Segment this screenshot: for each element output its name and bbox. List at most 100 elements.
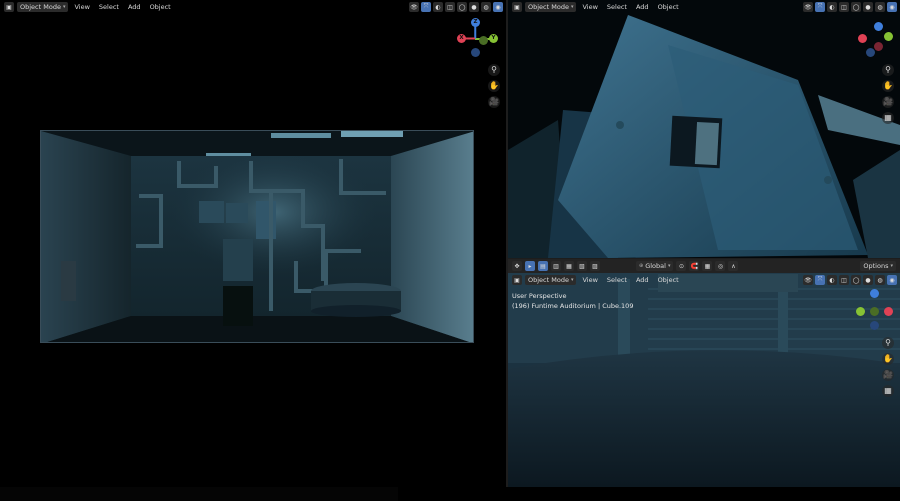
- shading-wireframe-icon[interactable]: ◯: [851, 2, 861, 12]
- overlay-icon[interactable]: ◐: [827, 275, 837, 285]
- menu-object[interactable]: Object: [655, 2, 682, 12]
- grid-view-icon[interactable]: ▦: [882, 112, 894, 124]
- visibility-icon[interactable]: 👁: [803, 2, 813, 12]
- pan-hand-icon[interactable]: ✋: [882, 80, 894, 92]
- mode-label: Object Mode: [20, 3, 61, 11]
- tool-settings-header: ✥ ▸ ▤ ▥ ▦ ▧ ▨ ⊕ Global ▾ ⊙ 🧲 ▦ ◎ ∧ Options…: [508, 259, 900, 273]
- mode-dropdown[interactable]: Object Mode ▾: [17, 2, 69, 12]
- shading-rendered-icon[interactable]: ◉: [887, 2, 897, 12]
- transform-tool-icon[interactable]: ✥: [512, 261, 522, 271]
- navigation-gizmo[interactable]: Z Y X: [455, 18, 498, 58]
- orientation-icon: ⊕: [639, 263, 644, 269]
- viewport-door-closeup[interactable]: ▣ Object Mode ▾ View Select Add Object 👁 …: [508, 0, 900, 258]
- options-dropdown[interactable]: Options ▾: [860, 261, 896, 271]
- shading-solid-icon[interactable]: ●: [863, 275, 873, 285]
- editor-type-icon[interactable]: ▣: [4, 2, 14, 12]
- shading-material-icon[interactable]: ◍: [875, 275, 885, 285]
- mode-dropdown[interactable]: Object Mode ▾: [525, 2, 577, 12]
- axis-y-icon[interactable]: [884, 32, 893, 41]
- menu-add[interactable]: Add: [633, 2, 652, 12]
- menu-add[interactable]: Add: [633, 275, 652, 285]
- editor-type-icon[interactable]: ▣: [512, 2, 522, 12]
- navigation-gizmo[interactable]: [854, 287, 894, 330]
- zoom-icon[interactable]: ⚲: [488, 64, 500, 76]
- axis-x-icon[interactable]: [858, 34, 867, 43]
- axis-neg-x-icon[interactable]: [874, 42, 883, 51]
- menu-add[interactable]: Add: [125, 2, 144, 12]
- camera-view-icon[interactable]: 🎥: [488, 96, 500, 108]
- viewport-user-perspective[interactable]: ✥ ▸ ▤ ▥ ▦ ▧ ▨ ⊕ Global ▾ ⊙ 🧲 ▦ ◎ ∧ Options…: [508, 259, 900, 487]
- pan-hand-icon[interactable]: ✋: [882, 353, 894, 365]
- mode-dropdown[interactable]: Object Mode ▾: [525, 275, 577, 285]
- snap-icon[interactable]: 🧲: [689, 261, 700, 271]
- menu-object[interactable]: Object: [147, 2, 174, 12]
- axis-neg-y-icon[interactable]: [870, 307, 879, 316]
- menu-object[interactable]: Object: [655, 275, 682, 285]
- select-invert-icon[interactable]: ▧: [577, 261, 587, 271]
- viewport-header: ▣ Object Mode ▾ View Select Add Object 👁 …: [508, 0, 900, 14]
- viewport-header: ▣ Object Mode ▾ View Select Add Object 👁 …: [508, 273, 900, 287]
- select-intersect-icon[interactable]: ▨: [590, 261, 600, 271]
- navigation-gizmo[interactable]: [854, 20, 894, 60]
- zoom-icon[interactable]: ⚲: [882, 337, 894, 349]
- shading-solid-icon[interactable]: ●: [863, 2, 873, 12]
- menu-view[interactable]: View: [579, 2, 600, 12]
- xray-icon[interactable]: ◫: [445, 2, 455, 12]
- snap-target-icon[interactable]: ▦: [702, 261, 713, 271]
- orientation-dropdown[interactable]: ⊕ Global ▾: [636, 261, 674, 271]
- view-name-label: User Perspective: [512, 292, 567, 300]
- gizmo-toggle-icon[interactable]: ⤧: [421, 2, 431, 12]
- pan-hand-icon[interactable]: ✋: [488, 80, 500, 92]
- editor-type-icon[interactable]: ▣: [512, 275, 522, 285]
- shading-material-icon[interactable]: ◍: [481, 2, 491, 12]
- axis-z-icon[interactable]: [874, 22, 883, 31]
- viewport-header: ▣ Object Mode ▾ View Select Add Object 👁 …: [0, 0, 506, 14]
- gizmo-toggle-icon[interactable]: ⤧: [815, 275, 825, 285]
- axis-z-icon[interactable]: Z: [471, 18, 480, 27]
- menu-select[interactable]: Select: [604, 275, 630, 285]
- overlay-icon[interactable]: ◐: [433, 2, 443, 12]
- proportional-edit-icon[interactable]: ◎: [715, 261, 726, 271]
- axis-z-icon[interactable]: [870, 289, 879, 298]
- camera-view-icon[interactable]: 🎥: [882, 96, 894, 108]
- frame-object-label: (196) Funtime Auditorium | Cube.109: [512, 302, 634, 310]
- shading-wireframe-icon[interactable]: ◯: [457, 2, 467, 12]
- axis-neg-z-icon[interactable]: [870, 321, 879, 330]
- xray-icon[interactable]: ◫: [839, 275, 849, 285]
- status-strip-left: [0, 487, 398, 501]
- visibility-icon[interactable]: 👁: [409, 2, 419, 12]
- camera-view-icon[interactable]: 🎥: [882, 369, 894, 381]
- gizmo-toggle-icon[interactable]: ⤧: [815, 2, 825, 12]
- axis-neg-z-icon[interactable]: [866, 48, 875, 57]
- mode-label: Object Mode: [528, 276, 569, 284]
- menu-select[interactable]: Select: [96, 2, 122, 12]
- axis-neg-y-icon[interactable]: [479, 36, 488, 45]
- falloff-icon[interactable]: ∧: [728, 261, 739, 271]
- zoom-icon[interactable]: ⚲: [882, 64, 894, 76]
- shading-rendered-icon[interactable]: ◉: [887, 275, 897, 285]
- visibility-icon[interactable]: 👁: [803, 275, 813, 285]
- axis-x-icon[interactable]: X: [457, 34, 466, 43]
- shading-wireframe-icon[interactable]: ◯: [851, 275, 861, 285]
- grid-view-icon[interactable]: ▦: [882, 385, 894, 397]
- menu-view[interactable]: View: [579, 275, 600, 285]
- xray-icon[interactable]: ◫: [839, 2, 849, 12]
- shading-material-icon[interactable]: ◍: [875, 2, 885, 12]
- axis-y-icon[interactable]: [856, 307, 865, 316]
- select-subtract-icon[interactable]: ▦: [564, 261, 574, 271]
- menu-select[interactable]: Select: [604, 2, 630, 12]
- select-extend-icon[interactable]: ▥: [551, 261, 561, 271]
- shading-solid-icon[interactable]: ●: [469, 2, 479, 12]
- viewport-camera[interactable]: ▣ Object Mode ▾ View Select Add Object 👁 …: [0, 0, 506, 487]
- select-box-icon[interactable]: ▤: [538, 261, 548, 271]
- select-tool-icon[interactable]: ▸: [525, 261, 535, 271]
- menu-view[interactable]: View: [71, 2, 92, 12]
- axis-neg-z-icon[interactable]: [471, 48, 480, 57]
- shading-rendered-icon[interactable]: ◉: [493, 2, 503, 12]
- axis-x-icon[interactable]: [884, 307, 893, 316]
- axis-y-icon[interactable]: Y: [489, 34, 498, 43]
- overlay-icon[interactable]: ◐: [827, 2, 837, 12]
- room-render-image: [41, 131, 473, 342]
- door-render-image: [508, 0, 900, 258]
- pivot-icon[interactable]: ⊙: [676, 261, 687, 271]
